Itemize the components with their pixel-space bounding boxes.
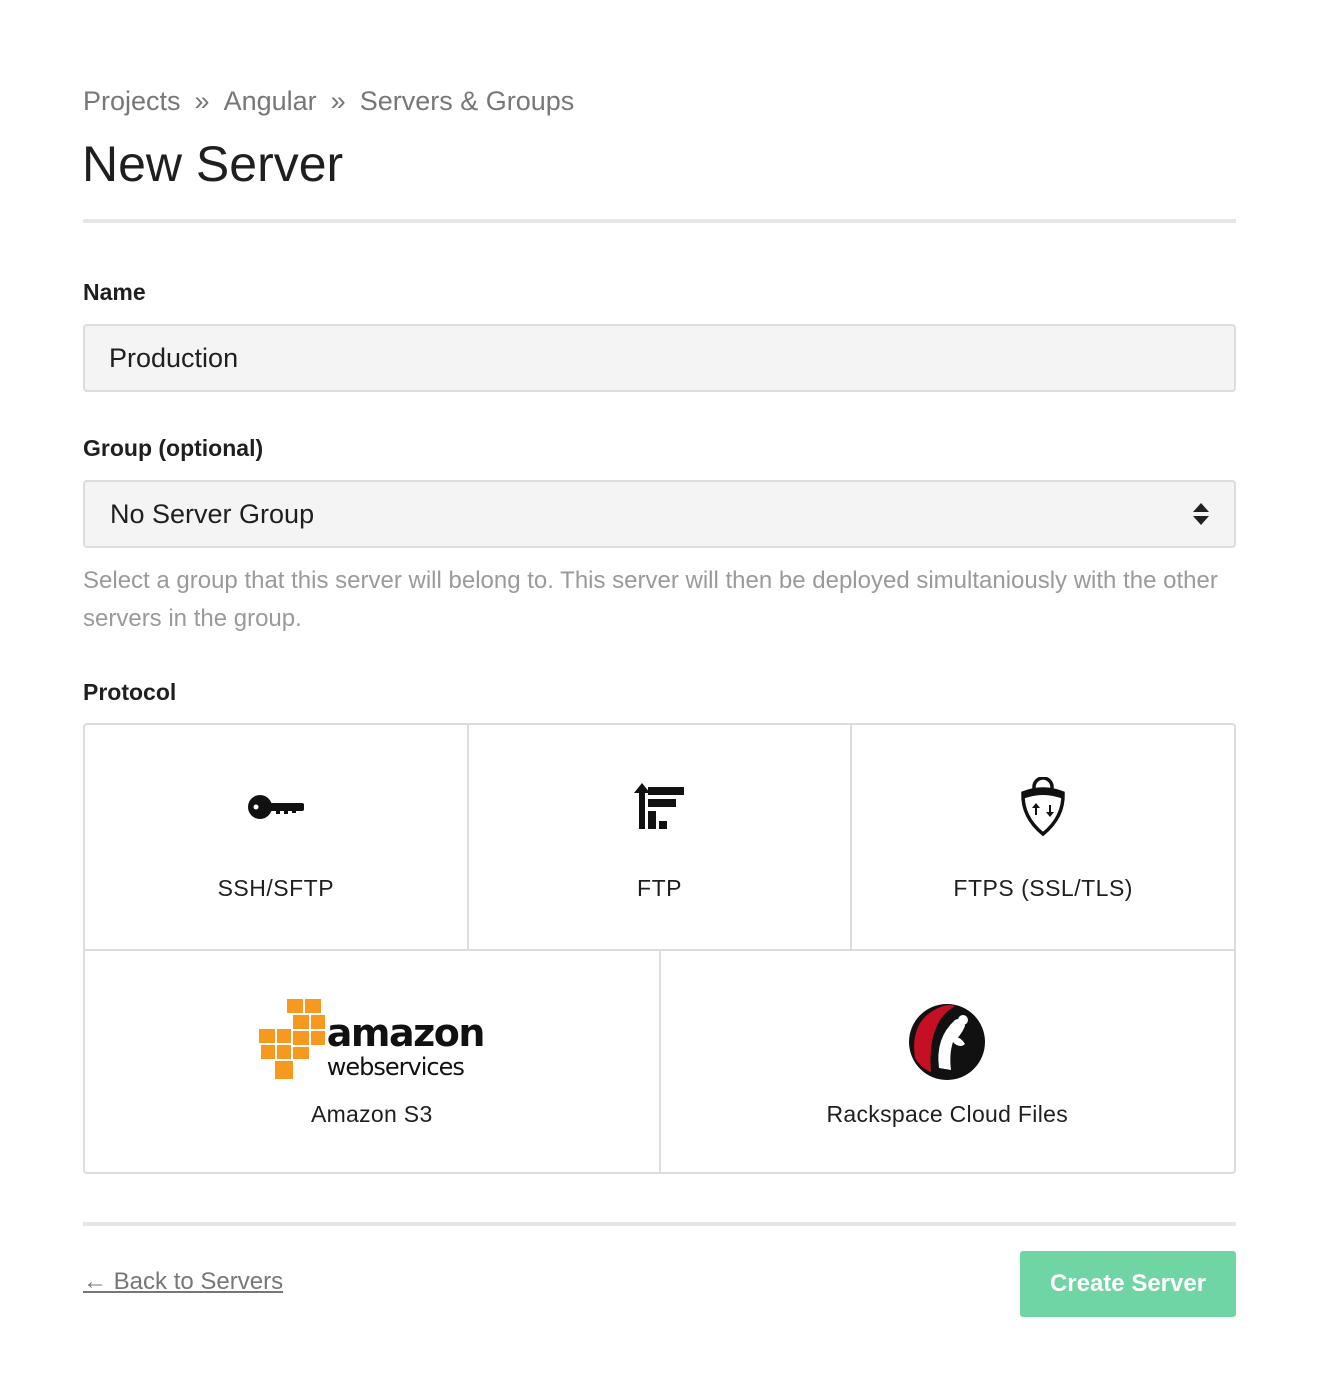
group-label: Group (optional) (83, 435, 264, 461)
protocol-option-label: Amazon S3 (310, 1101, 433, 1127)
breadcrumb-separator: » (194, 86, 210, 116)
protocol-option-label: FTP (637, 875, 682, 901)
page-title: New Server (82, 136, 344, 192)
group-select[interactable]: No Server Group (83, 480, 1236, 548)
protocol-row: amazon webservices Amazon S3 Rackspace C… (85, 951, 1234, 1172)
protocol-option-amazon-s3[interactable]: amazon webservices Amazon S3 (85, 951, 659, 1172)
name-input[interactable] (83, 324, 1236, 392)
protocol-row: SSH/SFTP FTP FTPS (SSL/TLS) (85, 725, 1234, 951)
aws-logo-subtext: webservices (326, 1053, 465, 1081)
ftp-icon (469, 775, 851, 839)
create-server-button[interactable]: Create Server (1020, 1251, 1236, 1317)
protocol-option-label: SSH/SFTP (217, 875, 335, 901)
footer-divider (83, 1222, 1236, 1226)
protocol-label: Protocol (83, 679, 177, 705)
aws-logo: amazon webservices (85, 997, 659, 1085)
group-help-text: Select a group that this server will bel… (83, 567, 1218, 632)
protocol-option-label: Rackspace Cloud Files (826, 1101, 1068, 1127)
breadcrumb-separator: » (330, 86, 346, 116)
back-to-servers-link[interactable]: ← Back to Servers (83, 1268, 283, 1296)
select-arrows-icon (1192, 501, 1210, 527)
protocol-option-ftps[interactable]: FTPS (SSL/TLS) (850, 725, 1234, 949)
protocol-option-ftp[interactable]: FTP (466, 725, 851, 949)
breadcrumb-angular[interactable]: Angular (224, 86, 317, 117)
group-select-value: No Server Group (110, 498, 315, 529)
protocol-option-label: FTPS (SSL/TLS) (953, 875, 1133, 901)
protocol-grid: SSH/SFTP FTP FTPS (SSL/TLS) amazon webse… (83, 723, 1236, 1174)
aws-logo-text: amazon (326, 1011, 486, 1055)
shield-lock-icon (852, 775, 1234, 839)
breadcrumb-servers-groups[interactable]: Servers & Groups (360, 86, 575, 117)
breadcrumb: Projects » Angular » Servers & Groups (83, 86, 574, 117)
protocol-option-ssh-sftp[interactable]: SSH/SFTP (85, 725, 467, 949)
name-label: Name (83, 279, 146, 305)
breadcrumb-projects[interactable]: Projects (83, 86, 181, 117)
header-divider (83, 219, 1236, 223)
key-icon (85, 775, 467, 839)
protocol-option-rackspace[interactable]: Rackspace Cloud Files (658, 951, 1235, 1172)
rackspace-logo (661, 997, 1235, 1085)
